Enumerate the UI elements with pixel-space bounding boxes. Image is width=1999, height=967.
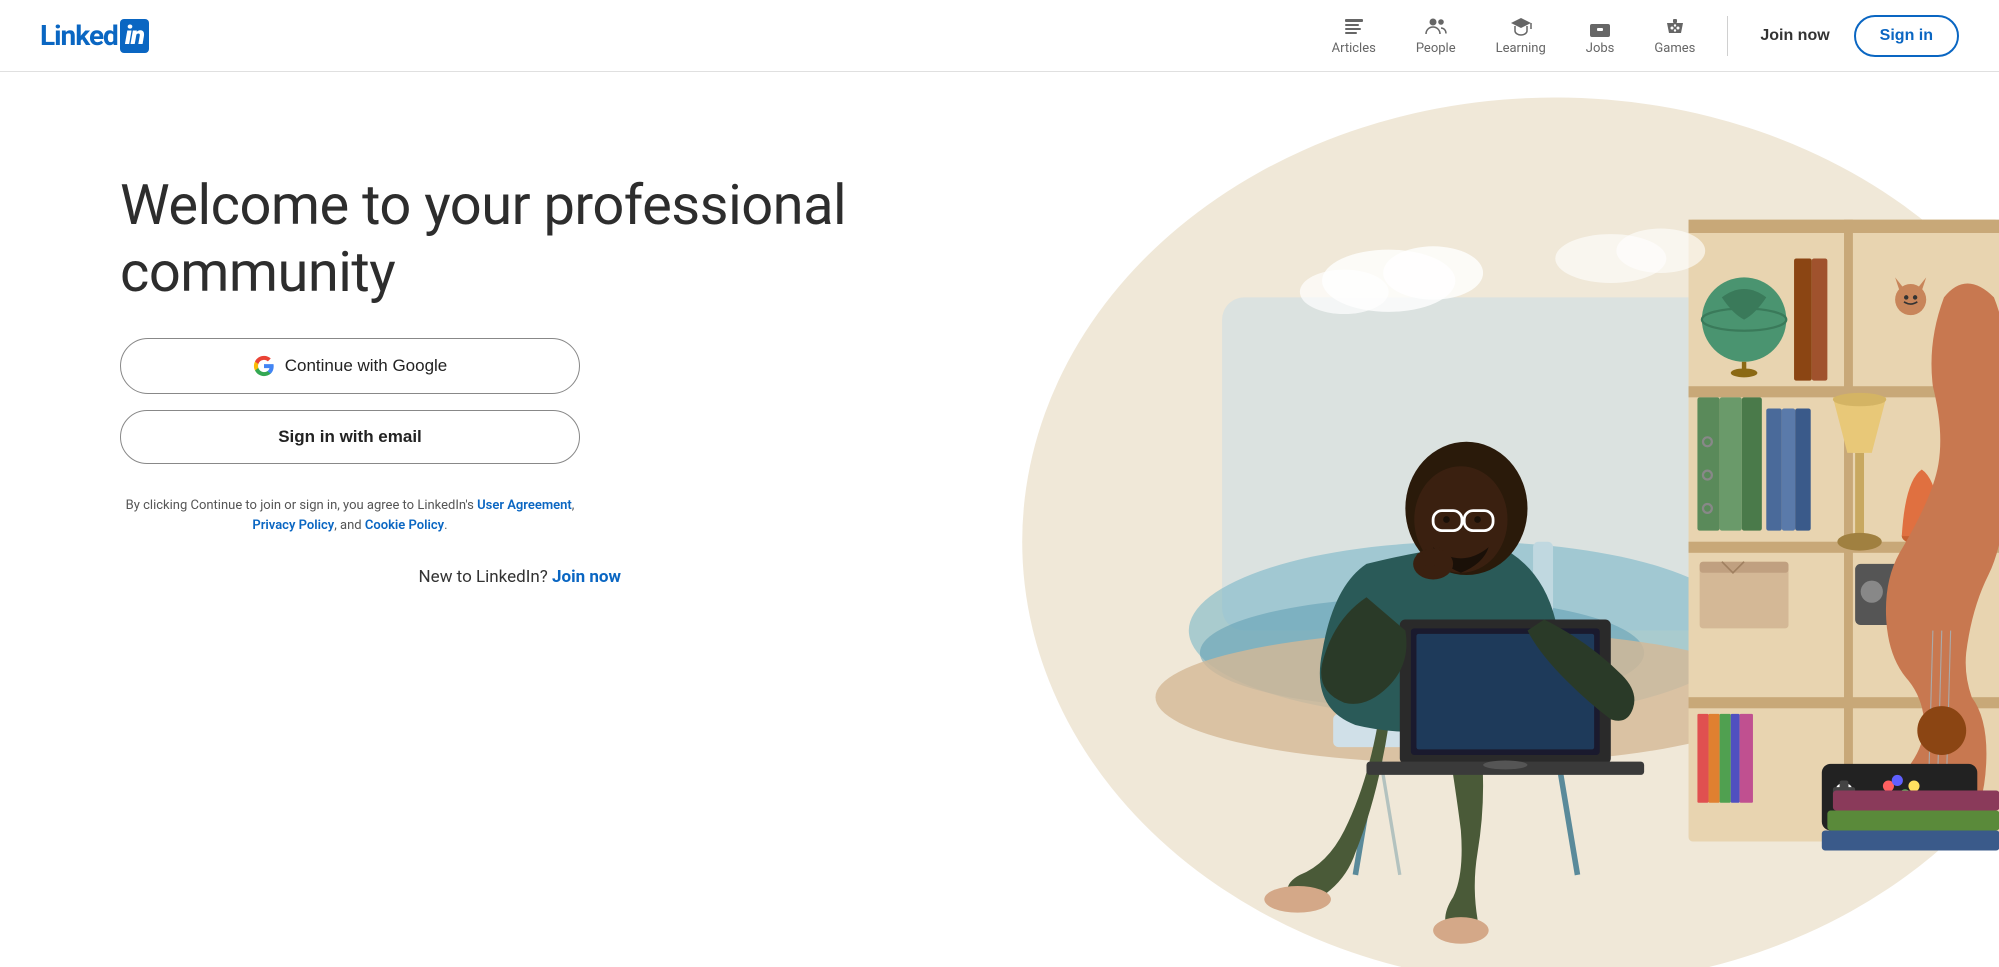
- legal-comma: ,: [572, 498, 575, 513]
- sign-in-button[interactable]: Sign in: [1854, 15, 1959, 57]
- user-agreement-link[interactable]: User Agreement: [477, 498, 572, 513]
- nav-learning[interactable]: Learning: [1480, 7, 1562, 64]
- legal-and: , and: [334, 518, 365, 533]
- google-logo-icon: [253, 355, 275, 377]
- hero-title: Welcome to your professional community: [120, 172, 920, 306]
- logo-box: in: [120, 19, 149, 53]
- logo[interactable]: Linkedin: [40, 19, 149, 53]
- main-content: Welcome to your professional community C…: [0, 72, 1999, 967]
- actions-area: Continue with Google Sign in with email: [120, 338, 580, 464]
- new-user-text: New to LinkedIn? Join now: [120, 567, 920, 587]
- legal-period: .: [444, 518, 447, 533]
- continue-with-google-button[interactable]: Continue with Google: [120, 338, 580, 394]
- jobs-label: Jobs: [1586, 41, 1615, 56]
- articles-icon: [1342, 15, 1366, 39]
- nav-articles[interactable]: Articles: [1316, 7, 1392, 64]
- games-icon: [1663, 15, 1687, 39]
- people-label: People: [1416, 41, 1456, 56]
- join-now-link[interactable]: Join now: [552, 567, 621, 587]
- games-label: Games: [1654, 41, 1695, 56]
- nav-people[interactable]: People: [1400, 7, 1472, 64]
- cookie-policy-link[interactable]: Cookie Policy: [365, 518, 444, 533]
- legal-text: By clicking Continue to join or sign in,…: [120, 496, 580, 535]
- sign-in-email-button[interactable]: Sign in with email: [120, 410, 580, 464]
- legal-plain: By clicking Continue to join or sign in,…: [126, 498, 477, 513]
- hero-illustration: [1000, 72, 1999, 967]
- logo-text: Linkedin: [40, 19, 149, 53]
- google-btn-label: Continue with Google: [285, 356, 448, 376]
- right-section: [1000, 72, 1999, 967]
- nav-divider: [1727, 16, 1728, 56]
- join-now-button[interactable]: Join now: [1744, 19, 1845, 53]
- logo-wordmark: Linked: [40, 19, 118, 52]
- articles-label: Articles: [1332, 41, 1376, 56]
- privacy-policy-link[interactable]: Privacy Policy: [252, 518, 334, 533]
- email-btn-label: Sign in with email: [278, 427, 422, 447]
- jobs-icon: [1588, 15, 1612, 39]
- header: Linkedin Articles: [0, 0, 1999, 72]
- people-icon: [1424, 15, 1448, 39]
- main-nav: Articles People Learning: [1316, 7, 1959, 64]
- new-text-plain: New to LinkedIn?: [419, 567, 552, 587]
- left-section: Welcome to your professional community C…: [0, 72, 1000, 647]
- nav-games[interactable]: Games: [1638, 7, 1711, 64]
- learning-label: Learning: [1496, 41, 1546, 56]
- learning-icon: [1509, 15, 1533, 39]
- nav-jobs[interactable]: Jobs: [1570, 7, 1631, 64]
